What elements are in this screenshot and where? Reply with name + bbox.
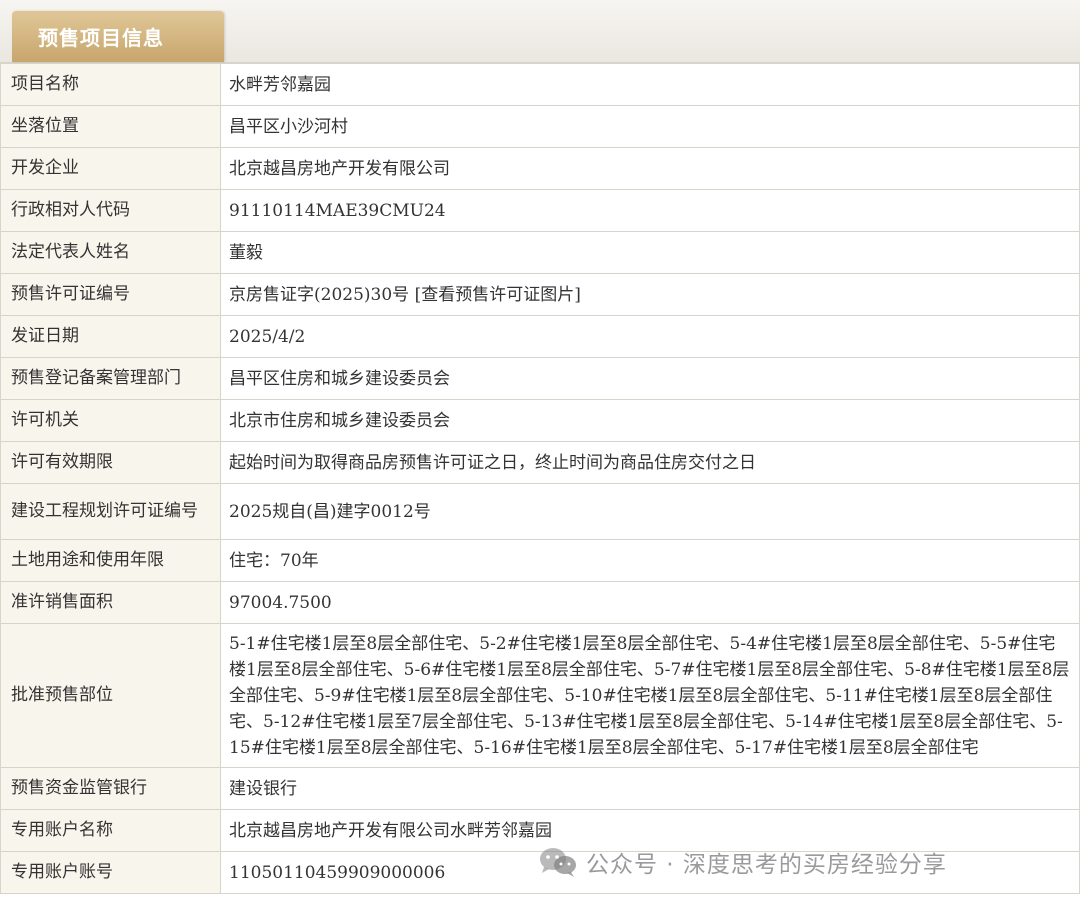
wechat-icon (540, 848, 576, 877)
row-value-permit-number: 京房售证字(2025)30号 [查看预售许可证图片] (220, 273, 1080, 316)
row-value-sale-area: 97004.7500 (220, 581, 1080, 624)
table-row: 法定代表人姓名 董毅 (0, 231, 1080, 274)
row-value-planning-permit: 2025规自(昌)建字0012号 (220, 483, 1080, 540)
row-label-approved-units: 批准预售部位 (0, 623, 221, 768)
table-row: 坐落位置 昌平区小沙河村 (0, 105, 1080, 148)
row-label-issue-date: 发证日期 (0, 315, 221, 358)
table-row: 土地用途和使用年限 住宅：70年 (0, 539, 1080, 582)
table-row: 许可有效期限 起始时间为取得商品房预售许可证之日，终止时间为商品住房交付之日 (0, 441, 1080, 484)
permit-number-text: 京房售证字(2025)30号 (229, 284, 410, 305)
row-value-project-name: 水畔芳邻嘉园 (220, 63, 1080, 106)
row-label-registry-dept: 预售登记备案管理部门 (0, 357, 221, 400)
row-value-approved-units: 5-1#住宅楼1层至8层全部住宅、5-2#住宅楼1层至8层全部住宅、5-4#住宅… (220, 623, 1080, 768)
tab-presale-project-info[interactable]: 预售项目信息 (12, 11, 224, 62)
row-label-account-name: 专用账户名称 (0, 809, 221, 852)
table-row: 预售许可证编号 京房售证字(2025)30号 [查看预售许可证图片] (0, 273, 1080, 316)
row-label-permit-authority: 许可机关 (0, 399, 221, 442)
row-value-issue-date: 2025/4/2 (220, 315, 1080, 358)
row-label-planning-permit: 建设工程规划许可证编号 (0, 483, 221, 540)
table-row: 预售资金监管银行 建设银行 (0, 767, 1080, 810)
row-label-land-use: 土地用途和使用年限 (0, 539, 221, 582)
row-value-admin-code: 91110114MAE39CMU24 (220, 189, 1080, 232)
table-row: 发证日期 2025/4/2 (0, 315, 1080, 358)
table-row: 预售登记备案管理部门 昌平区住房和城乡建设委员会 (0, 357, 1080, 400)
row-label-location: 坐落位置 (0, 105, 221, 148)
row-value-legal-rep: 董毅 (220, 231, 1080, 274)
row-label-developer: 开发企业 (0, 147, 221, 190)
row-value-validity-period: 起始时间为取得商品房预售许可证之日，终止时间为商品住房交付之日 (220, 441, 1080, 484)
row-label-sale-area: 准许销售面积 (0, 581, 221, 624)
row-label-permit-number: 预售许可证编号 (0, 273, 221, 316)
row-value-land-use: 住宅：70年 (220, 539, 1080, 582)
table-row: 开发企业 北京越昌房地产开发有限公司 (0, 147, 1080, 190)
row-value-registry-dept: 昌平区住房和城乡建设委员会 (220, 357, 1080, 400)
presale-info-table: 项目名称 水畔芳邻嘉园 坐落位置 昌平区小沙河村 开发企业 北京越昌房地产开发有… (0, 63, 1080, 894)
watermark: 公众号 · 深度思考的买房经验分享 (538, 842, 947, 882)
table-row: 准许销售面积 97004.7500 (0, 581, 1080, 624)
row-value-developer: 北京越昌房地产开发有限公司 (220, 147, 1080, 190)
table-row: 建设工程规划许可证编号 2025规自(昌)建字0012号 (0, 483, 1080, 540)
row-value-supervising-bank: 建设银行 (220, 767, 1080, 810)
tab-title: 预售项目信息 (38, 26, 164, 50)
table-row: 批准预售部位 5-1#住宅楼1层至8层全部住宅、5-2#住宅楼1层至8层全部住宅… (0, 623, 1080, 768)
table-row: 许可机关 北京市住房和城乡建设委员会 (0, 399, 1080, 442)
row-label-validity-period: 许可有效期限 (0, 441, 221, 484)
row-label-legal-rep: 法定代表人姓名 (0, 231, 221, 274)
row-label-admin-code: 行政相对人代码 (0, 189, 221, 232)
row-value-permit-authority: 北京市住房和城乡建设委员会 (220, 399, 1080, 442)
row-label-supervising-bank: 预售资金监管银行 (0, 767, 221, 810)
watermark-text: 公众号 · 深度思考的买房经验分享 (586, 852, 947, 878)
row-label-account-number: 专用账户账号 (0, 851, 221, 894)
table-row: 行政相对人代码 91110114MAE39CMU24 (0, 189, 1080, 232)
row-value-location: 昌平区小沙河村 (220, 105, 1080, 148)
view-permit-image-link[interactable]: [查看预售许可证图片] (415, 285, 581, 305)
row-label-project-name: 项目名称 (0, 63, 221, 106)
table-row: 项目名称 水畔芳邻嘉园 (0, 63, 1080, 106)
section-header-bar: 预售项目信息 (0, 0, 1080, 64)
